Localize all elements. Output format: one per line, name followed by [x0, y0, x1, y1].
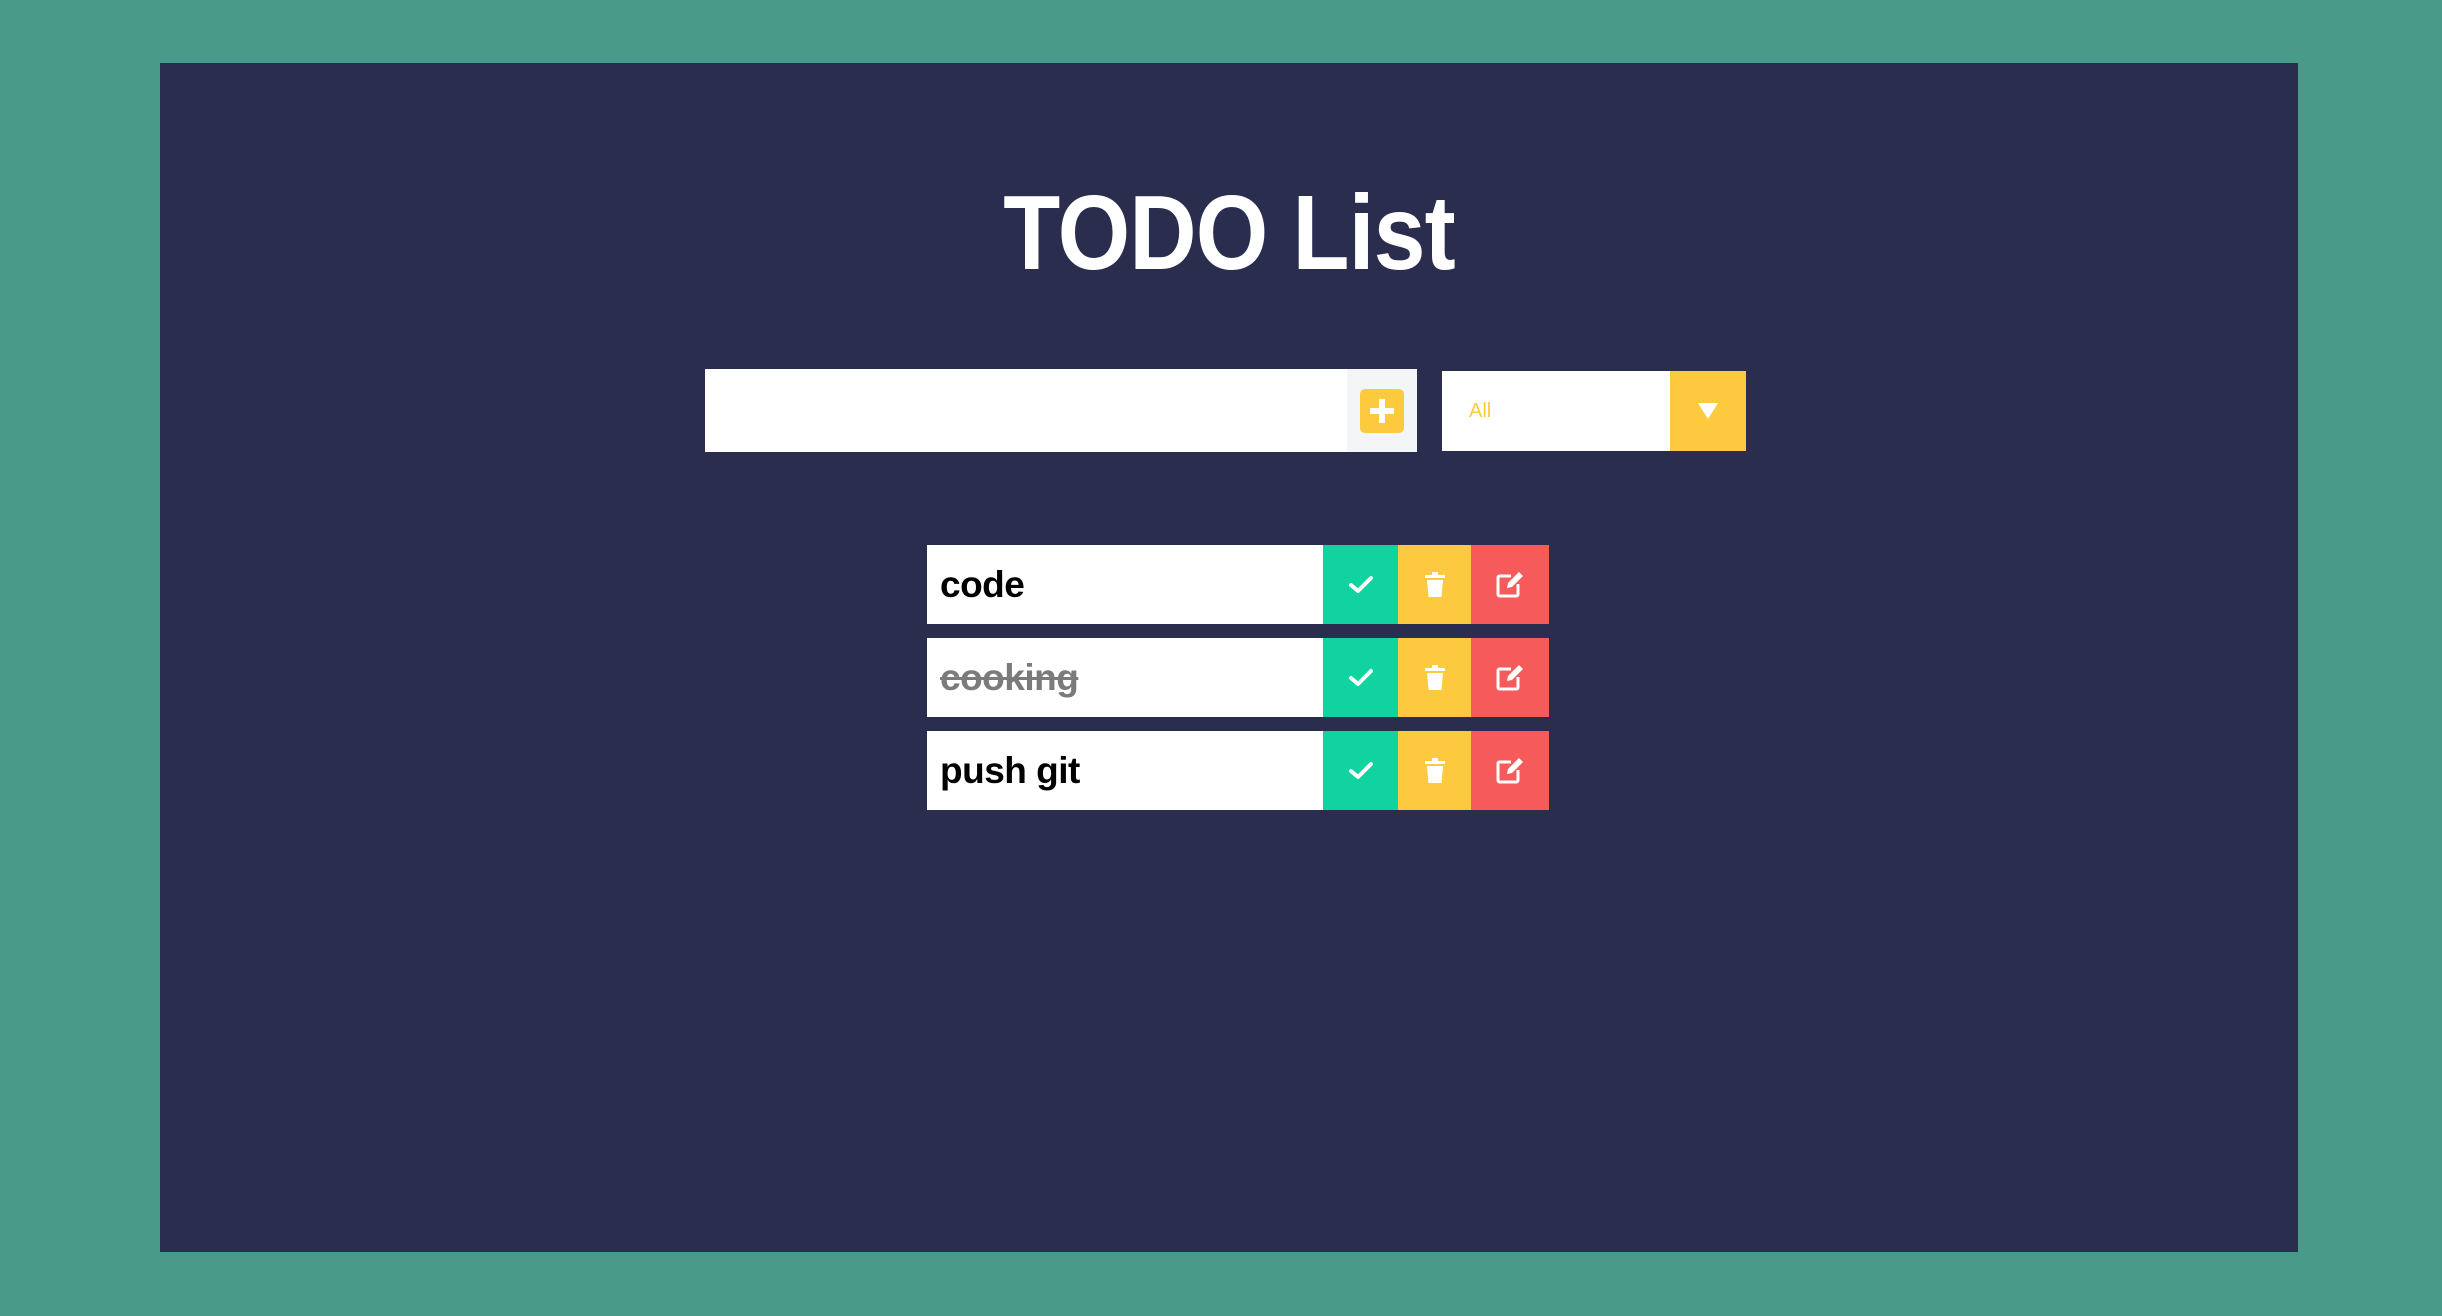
page-title: TODO List [1003, 174, 1455, 292]
todo-list: code cooking push git [927, 545, 1549, 824]
trash-icon [1424, 664, 1445, 690]
edit-button[interactable] [1471, 731, 1549, 810]
delete-button[interactable] [1398, 731, 1471, 810]
complete-button[interactable] [1323, 545, 1398, 624]
check-icon [1348, 761, 1373, 779]
check-icon [1348, 668, 1373, 686]
add-todo-button[interactable] [1347, 369, 1417, 452]
edit-button[interactable] [1471, 638, 1549, 717]
complete-button[interactable] [1323, 638, 1398, 717]
trash-icon [1424, 757, 1445, 783]
plus-square-icon [1360, 388, 1404, 433]
todo-text: code [927, 545, 1323, 624]
delete-button[interactable] [1398, 545, 1471, 624]
caret-down-icon[interactable] [1670, 371, 1746, 451]
edit-icon [1496, 571, 1523, 597]
edit-icon [1496, 757, 1523, 783]
delete-button[interactable] [1398, 638, 1471, 717]
todo-text: push git [927, 731, 1323, 810]
app-panel: TODO List All code cooking push git [160, 63, 2298, 1252]
todo-input[interactable] [705, 369, 1347, 452]
add-todo-form [705, 369, 1417, 452]
todo-item: code [927, 545, 1549, 624]
edit-button[interactable] [1471, 545, 1549, 624]
edit-icon [1496, 664, 1523, 690]
complete-button[interactable] [1323, 731, 1398, 810]
check-icon [1348, 575, 1373, 593]
filter-selected-value: All [1469, 399, 1492, 422]
todo-item: cooking [927, 638, 1549, 717]
todo-text: cooking [927, 638, 1323, 717]
todo-item: push git [927, 731, 1549, 810]
filter-select[interactable]: All [1442, 371, 1746, 451]
trash-icon [1424, 571, 1445, 597]
